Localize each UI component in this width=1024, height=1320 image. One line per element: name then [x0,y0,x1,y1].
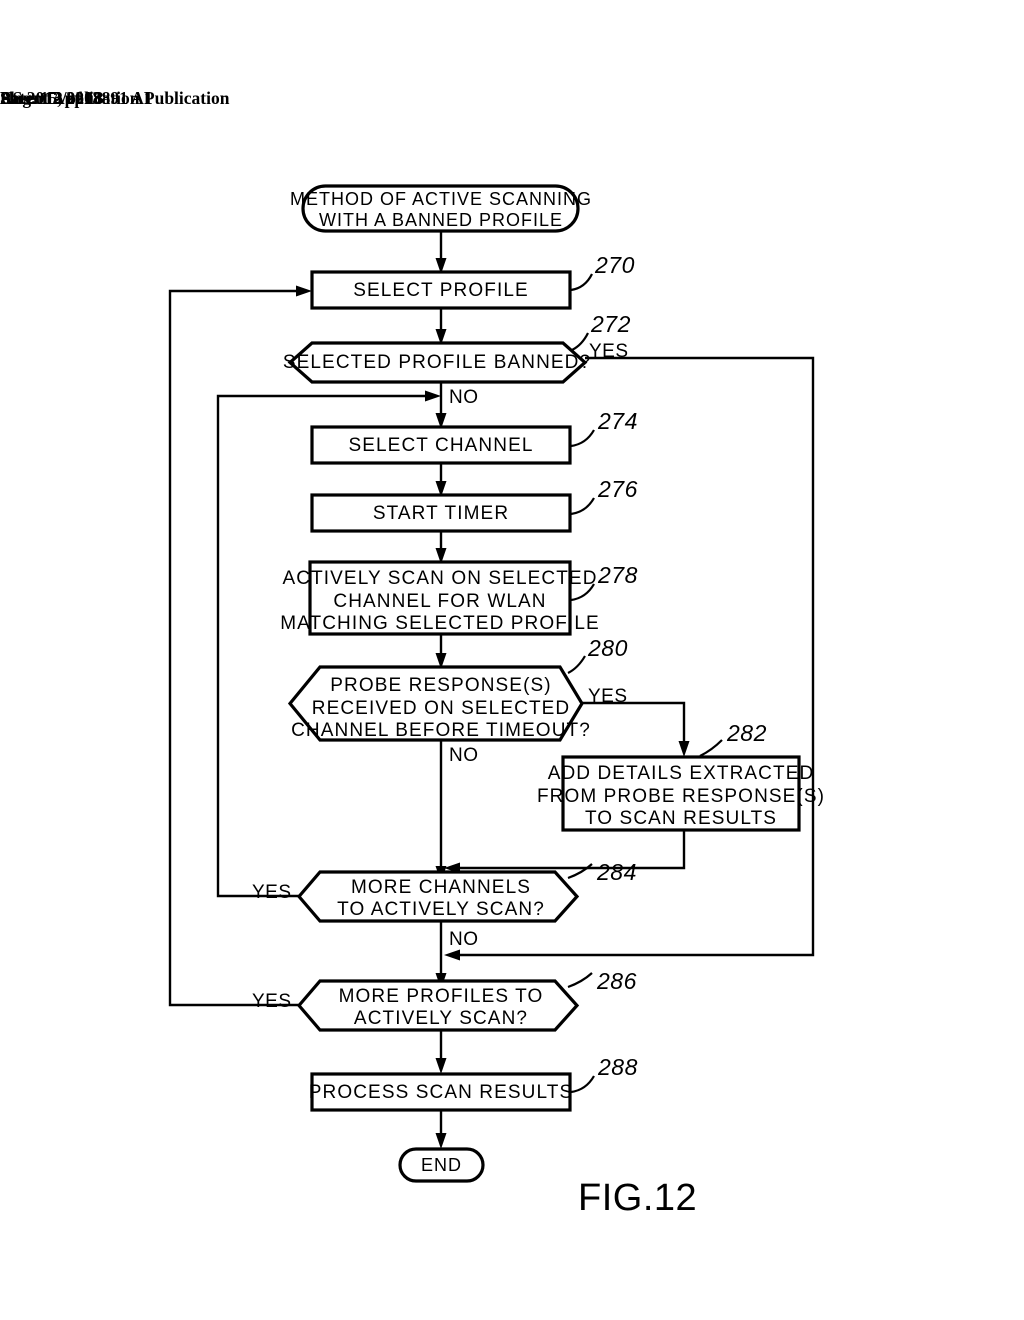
ref-270-leader: 270 [570,252,635,292]
start-terminal-line1: METHOD OF ACTIVE SCANNING [290,189,592,209]
connector-280-no-to-284 [435,740,447,882]
node-280-line2: RECEIVED ON SELECTED [312,698,571,719]
connector-288-to-end [435,1110,447,1149]
node-272-selected-profile-banned: SELECTED PROFILE BANNED? [283,341,591,384]
ref-274-leader: 274 [570,408,638,448]
ref-284: 284 [596,859,637,885]
ref-282-leader: 282 [699,720,767,757]
node-284-line2: TO ACTIVELY SCAN? [337,899,545,920]
node-end-terminal: END [398,1147,485,1183]
connector-278-to-280 [435,634,447,669]
node-288-label: PROCESS SCAN RESULTS [309,1082,573,1103]
label-284-no: NO [449,929,479,950]
ref-286-leader: 286 [567,968,637,994]
patent-page: Patent Application Publication Aug. 15, … [0,0,1024,1320]
figure-label: FIG.12 [578,1177,697,1219]
ref-270: 270 [594,252,635,278]
label-286-yes: YES [252,991,292,1012]
node-288-process-scan-results: PROCESS SCAN RESULTS [309,1072,573,1112]
node-280-probe-response-received: PROBE RESPONSE(S) RECEIVED ON SELECTED C… [287,665,591,742]
connector-284-yes-loop [216,390,441,898]
node-284-more-channels: MORE CHANNELS TO ACTIVELY SCAN? [296,870,580,923]
ref-278: 278 [597,562,638,588]
connector-276-to-278 [435,531,447,564]
end-terminal-label: END [421,1155,462,1175]
ref-284-leader: 284 [567,859,637,885]
node-280-line3: CHANNEL BEFORE TIMEOUT? [291,720,591,741]
node-286-more-profiles: MORE PROFILES TO ACTIVELY SCAN? [296,979,580,1032]
node-282-line3: TO SCAN RESULTS [585,808,777,829]
node-278-actively-scan: ACTIVELY SCAN ON SELECTED CHANNEL FOR WL… [280,560,600,636]
node-278-line2: CHANNEL FOR WLAN [333,591,546,612]
connector-270-to-272 [435,308,447,345]
node-280-line1: PROBE RESPONSE(S) [330,675,551,696]
node-278-line3: MATCHING SELECTED PROFILE [280,613,600,634]
node-286-line1: MORE PROFILES TO [339,986,544,1007]
node-270-label: SELECT PROFILE [353,280,529,301]
node-272-label: SELECTED PROFILE BANNED? [283,352,591,373]
connector-282-to-main [444,830,686,874]
node-282-line1: ADD DETAILS EXTRACTED [548,763,815,784]
label-284-yes: YES [252,882,292,903]
flowchart-figure: METHOD OF ACTIVE SCANNING WITH A BANNED … [168,184,825,1219]
node-286-line2: ACTIVELY SCAN? [354,1008,528,1029]
node-276-label: START TIMER [373,503,509,524]
node-278-line1: ACTIVELY SCAN ON SELECTED [282,568,597,589]
connector-274-to-276 [435,463,447,497]
node-276-start-timer: START TIMER [310,493,572,533]
node-start-terminal: METHOD OF ACTIVE SCANNING WITH A BANNED … [290,184,592,233]
ref-282: 282 [726,720,767,746]
ref-280-leader: 280 [567,635,628,674]
ref-286: 286 [596,968,637,994]
label-280-no: NO [449,745,479,766]
ref-274: 274 [597,408,638,434]
label-272-no: NO [449,387,479,408]
ref-288-leader: 288 [570,1054,638,1094]
ref-272: 272 [590,311,631,337]
label-280-yes: YES [588,686,628,707]
connector-start-to-270 [435,231,447,274]
connector-272-no-to-274 [435,382,447,429]
ref-276: 276 [597,476,638,502]
node-274-label: SELECT CHANNEL [348,435,533,456]
ref-276-leader: 276 [570,476,638,516]
node-284-line1: MORE CHANNELS [351,877,531,898]
start-terminal-line2: WITH A BANNED PROFILE [319,210,563,230]
connector-280-yes-to-282 [582,701,690,757]
label-272-yes: YES [589,341,629,362]
node-274-select-channel: SELECT CHANNEL [310,425,572,465]
ref-288: 288 [597,1054,638,1080]
ref-280: 280 [587,635,628,661]
connector-286-to-288 [435,1030,447,1074]
node-270-select-profile: SELECT PROFILE [310,270,572,310]
node-282-add-details: ADD DETAILS EXTRACTED FROM PROBE RESPONS… [537,755,825,832]
node-282-line2: FROM PROBE RESPONSE(S) [537,786,825,807]
